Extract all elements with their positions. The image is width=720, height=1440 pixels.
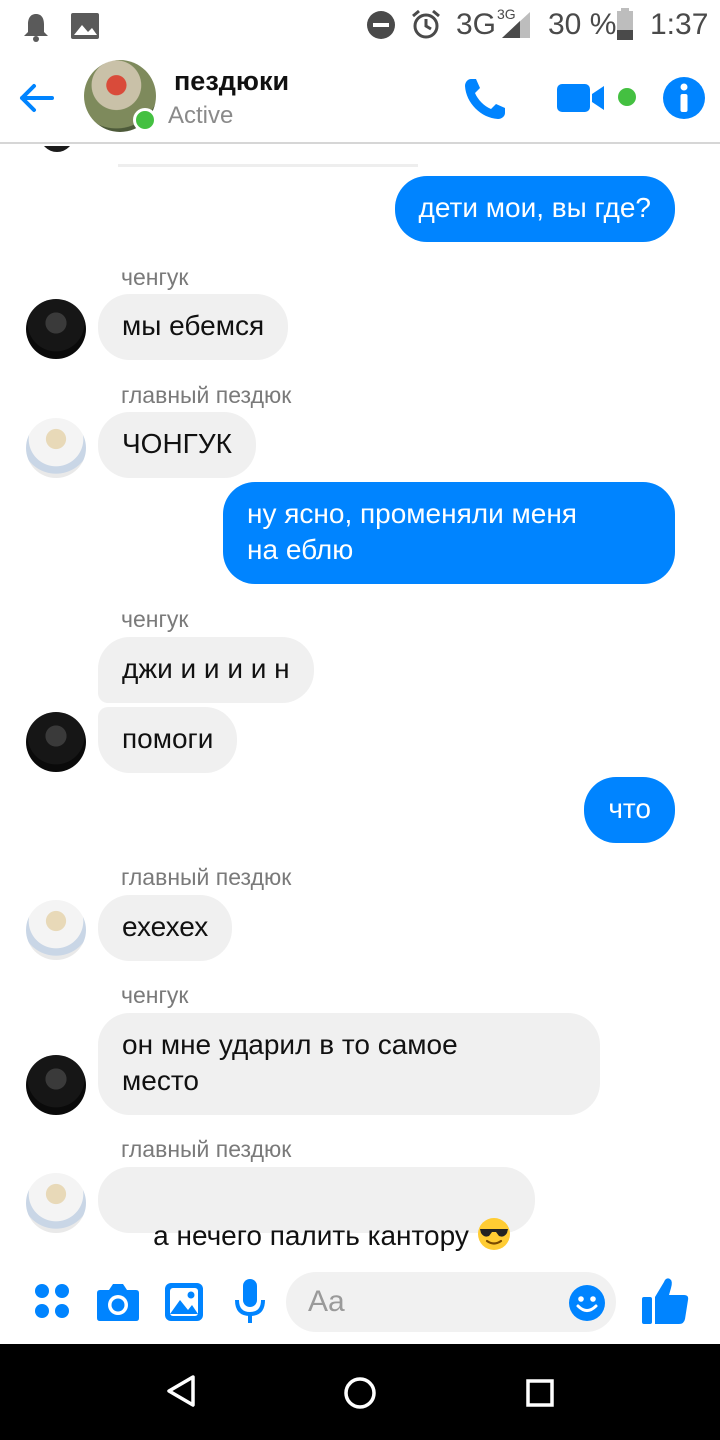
message-bubble-incoming[interactable]: джи и и и и н	[98, 637, 314, 703]
avatar[interactable]	[26, 1055, 86, 1115]
notification-bell-icon	[24, 14, 48, 42]
online-indicator	[133, 108, 157, 132]
message-text: а нечего палить кантору	[153, 1220, 477, 1251]
avatar[interactable]	[26, 900, 86, 960]
system-navigation-bar	[0, 1344, 720, 1440]
message-bubble-outgoing[interactable]: ну ясно, променяли меня на еблю	[223, 482, 675, 584]
camera-icon[interactable]	[96, 1282, 140, 1322]
video-active-dot	[618, 88, 636, 106]
sender-name: главный пездюк	[121, 864, 292, 890]
back-arrow-icon[interactable]	[16, 78, 56, 118]
chat-status: Active	[168, 102, 234, 129]
avatar[interactable]	[26, 418, 86, 478]
network-type: 3G	[456, 8, 497, 41]
clock: 1:37	[650, 8, 709, 41]
sunglasses-emoji	[477, 1218, 510, 1250]
avatar[interactable]	[26, 299, 86, 359]
info-icon[interactable]	[662, 76, 706, 120]
scrolled-avatar-edge	[40, 146, 74, 152]
alarm-icon	[412, 9, 440, 39]
message-bubble-incoming[interactable]: ехехех	[98, 895, 233, 961]
avatar[interactable]	[26, 712, 86, 772]
chat-header: пездюки Active	[0, 52, 720, 144]
message-bubble-incoming[interactable]: ЧОНГУК	[98, 412, 256, 478]
scrolled-bubble-edge	[118, 164, 418, 172]
status-bar: 3G 3G 30 % 1:37	[0, 0, 720, 52]
message-thread[interactable]: дети мои, вы где? ченгук мы ебемся главн…	[0, 146, 720, 1268]
composer: Aa	[0, 1268, 720, 1344]
sender-name: ченгук	[121, 264, 189, 290]
smiley-icon[interactable]	[568, 1284, 606, 1322]
nav-recents-icon[interactable]	[525, 1378, 555, 1408]
message-bubble-incoming[interactable]: он мне ударил в то самое место	[98, 1013, 600, 1115]
video-camera-icon[interactable]	[556, 82, 606, 114]
nav-home-icon[interactable]	[343, 1376, 377, 1410]
thumbs-up-icon[interactable]	[640, 1276, 690, 1326]
gallery-notification-icon	[71, 13, 99, 39]
apps-icon[interactable]	[34, 1283, 70, 1319]
nav-back-icon[interactable]	[166, 1374, 196, 1408]
battery-percent: 30 %	[548, 8, 617, 41]
phone-icon[interactable]	[462, 76, 508, 122]
message-bubble-incoming[interactable]: мы ебемся	[98, 294, 289, 360]
sender-name: главный пездюк	[121, 382, 292, 408]
message-bubble-incoming[interactable]: помоги	[98, 707, 238, 773]
signal-icon	[502, 12, 530, 38]
sender-name: ченгук	[121, 982, 189, 1008]
sender-name: ченгук	[121, 606, 189, 632]
chat-title[interactable]: пездюки	[174, 66, 289, 97]
message-bubble-incoming[interactable]: а нечего палить кантору	[98, 1167, 535, 1251]
message-input[interactable]: Aa	[286, 1272, 616, 1332]
avatar[interactable]	[26, 1173, 86, 1233]
message-input-placeholder: Aa	[308, 1285, 345, 1318]
message-bubble-outgoing[interactable]: дети мои, вы где?	[394, 176, 675, 242]
sender-name: главный пездюк	[121, 1136, 292, 1162]
message-bubble-outgoing[interactable]: что	[584, 777, 675, 843]
do-not-disturb-icon	[367, 11, 395, 39]
battery-icon	[617, 8, 633, 40]
microphone-icon[interactable]	[234, 1278, 266, 1326]
image-icon[interactable]	[164, 1282, 204, 1322]
